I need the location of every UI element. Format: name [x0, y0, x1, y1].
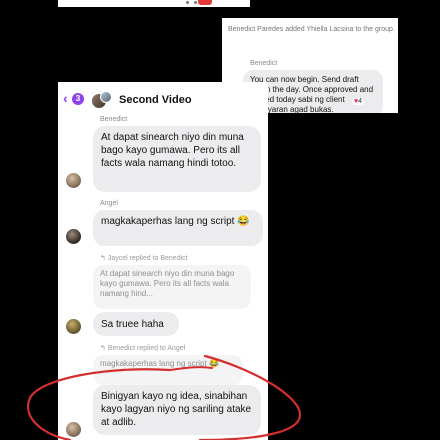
message-bubble[interactable]: magkakaperhas lang ng script 😂	[93, 210, 263, 246]
back-chevron-icon[interactable]: ‹	[63, 91, 68, 105]
red-mark	[198, 0, 212, 5]
dot	[186, 1, 189, 4]
reply-note: ↰ Benedict replied to Angel	[100, 344, 185, 352]
reply-note: ↰ Jaycel replied to Benedict	[100, 254, 188, 262]
chat-header: ‹ 3 Second Video	[58, 82, 268, 108]
reply-icon: ↰	[100, 255, 108, 262]
cropped-message-strip	[58, 0, 250, 7]
chat-screen: ‹ 3 Second Video Benedict At dapat sinea…	[58, 82, 268, 440]
reply-note-label: Benedict replied to Angel	[107, 345, 186, 352]
dot	[194, 1, 197, 4]
unread-badge[interactable]: 3	[72, 93, 84, 105]
avatar[interactable]	[66, 173, 81, 188]
chat-title[interactable]: Second Video	[119, 94, 192, 106]
sender-name: Angel	[100, 200, 118, 207]
avatar[interactable]	[66, 422, 81, 437]
avatar[interactable]	[66, 229, 81, 244]
group-avatar-secondary	[100, 91, 112, 103]
reply-icon: ↰	[100, 345, 108, 352]
sender-name: Benedict	[100, 116, 128, 123]
reaction-badge[interactable]: ♥4	[352, 98, 365, 105]
message-bubble[interactable]: At dapat sinearch niyo din muna bago kay…	[93, 126, 261, 192]
avatar[interactable]	[66, 319, 81, 334]
sender-name: Benedict	[250, 60, 278, 67]
reaction-count: 4	[358, 98, 363, 105]
quoted-message[interactable]: magkakaperhas lang ng script 😂	[93, 355, 243, 385]
system-note: Benedict Paredes added Yhiella Lacsina t…	[228, 26, 395, 33]
reply-note-label: Jaycel replied to Benedict	[107, 255, 188, 262]
message-bubble[interactable]: Binigyan kayo ng idea, sinabihan kayo la…	[93, 385, 261, 435]
quoted-message[interactable]: At dapat sinearch niyo din muna bago kay…	[93, 265, 251, 309]
message-bubble[interactable]: Sa truee haha	[93, 312, 179, 336]
